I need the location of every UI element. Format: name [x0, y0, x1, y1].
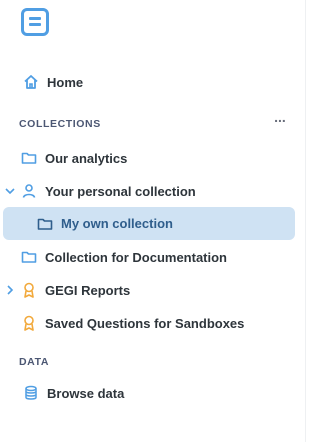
sidebar-item-gegi-reports[interactable]: GEGI Reports	[0, 276, 300, 304]
folder-icon	[21, 251, 37, 263]
person-icon	[22, 184, 36, 198]
home-icon	[24, 75, 38, 89]
sidebar-item-saved-questions-for-sandboxes[interactable]: Saved Questions for Sandboxes	[0, 309, 300, 337]
sidebar-item-label: Collection for Documentation	[45, 249, 227, 265]
database-icon	[25, 385, 37, 400]
sidebar-item-our-analytics[interactable]: Our analytics	[0, 144, 300, 172]
sidebar-item-label: Browse data	[47, 385, 125, 401]
sidebar-item-browse-data[interactable]: Browse data	[0, 379, 300, 407]
sidebar-item-label: Home	[47, 74, 84, 90]
sidebar-item-collection-for-documentation[interactable]: Collection for Documentation	[0, 243, 300, 271]
chevron-right-icon[interactable]	[5, 285, 15, 295]
sidebar-item-my-own-collection[interactable]: My own collection	[3, 207, 295, 240]
collections-more-button[interactable]: ...	[270, 110, 290, 129]
folder-icon	[37, 218, 53, 230]
folder-icon	[21, 152, 37, 164]
sidebar-item-label: Your personal collection	[45, 183, 196, 199]
badge-icon	[24, 315, 34, 331]
sidebar-item-personal-collection[interactable]: Your personal collection	[0, 177, 300, 205]
sidebar-item-label: GEGI Reports	[45, 282, 131, 298]
sidebar-item-home[interactable]: Home	[0, 68, 300, 96]
collections-section-label: COLLECTIONS	[19, 118, 101, 130]
metabase-logo-icon[interactable]	[21, 8, 49, 36]
sidebar-item-label: My own collection	[61, 216, 173, 231]
badge-icon	[24, 282, 34, 298]
sidebar-item-label: Saved Questions for Sandboxes	[45, 315, 245, 331]
sidebar: Home COLLECTIONS ... Our analytics Your …	[0, 0, 306, 442]
chevron-down-icon[interactable]	[5, 186, 15, 196]
data-section-label: DATA	[19, 356, 50, 368]
sidebar-item-label: Our analytics	[45, 150, 128, 166]
